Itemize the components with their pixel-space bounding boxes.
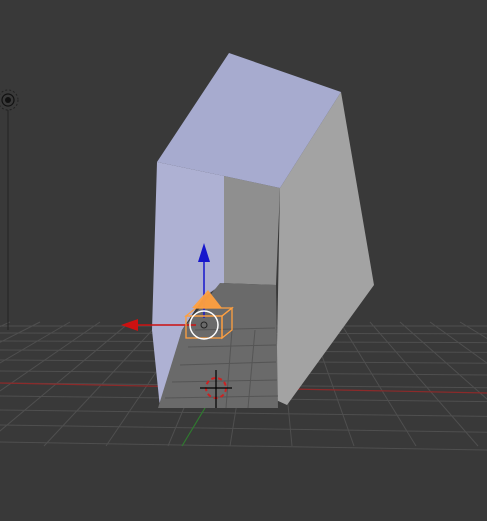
grid-line xyxy=(429,321,487,364)
grid-line xyxy=(399,321,487,400)
inner-back-face xyxy=(220,176,280,285)
lamp-icon[interactable] xyxy=(0,89,19,330)
x-axis-arrow-icon[interactable] xyxy=(121,319,138,331)
viewport-canvas[interactable] xyxy=(0,0,487,521)
grid-line xyxy=(369,321,479,447)
grid-line xyxy=(339,321,417,447)
grid-line xyxy=(0,424,487,433)
3d-viewport[interactable] xyxy=(0,0,487,521)
grid-line xyxy=(459,321,487,339)
mesh-object[interactable] xyxy=(152,53,374,409)
